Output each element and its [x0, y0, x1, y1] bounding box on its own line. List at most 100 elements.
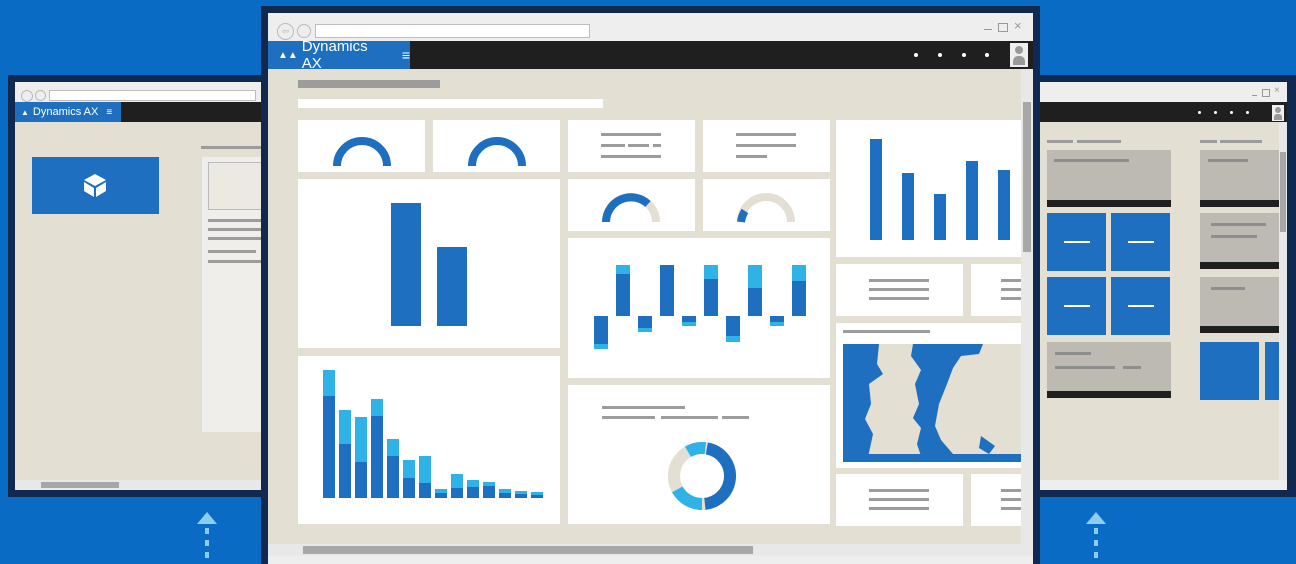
menu-dot-icon — [1246, 111, 1249, 114]
text-line — [1208, 159, 1248, 162]
text-line — [1123, 366, 1141, 369]
card[interactable] — [1047, 150, 1171, 200]
tile-button[interactable] — [1047, 277, 1106, 335]
center-brand[interactable]: ▲▲ Dynamics AX ≡ — [268, 38, 410, 72]
tile-button[interactable] — [1265, 342, 1279, 400]
text-line — [1211, 235, 1257, 238]
right-vscroll-thumb[interactable] — [1280, 152, 1286, 232]
text-line — [208, 260, 264, 263]
tile-button[interactable] — [1111, 213, 1170, 271]
text-line — [208, 250, 256, 253]
app-title: Dynamics AX — [32, 106, 99, 118]
card-footer — [1200, 262, 1279, 269]
menu-dot-icon — [1214, 111, 1217, 114]
tile-button[interactable] — [1047, 213, 1106, 271]
maximize-icon[interactable] — [998, 23, 1008, 32]
left-hscroll-thumb[interactable] — [41, 482, 119, 488]
map-tile[interactable] — [836, 323, 1021, 468]
waterfall-chart-tile[interactable] — [568, 238, 830, 378]
minimize-icon[interactable] — [1252, 95, 1257, 96]
app-title: Dynamics AX — [301, 38, 368, 72]
card[interactable] — [1200, 277, 1279, 326]
hamburger-icon[interactable]: ≡ — [402, 47, 410, 63]
left-content — [15, 122, 266, 480]
user-icon[interactable] — [1272, 105, 1284, 121]
card-footer — [1047, 391, 1171, 398]
back-icon[interactable] — [21, 90, 33, 102]
bar — [966, 161, 978, 240]
text-line — [1200, 140, 1217, 143]
subtitle-field — [298, 99, 603, 108]
maximize-icon[interactable] — [1262, 89, 1270, 97]
minimize-icon[interactable] — [984, 29, 992, 30]
center-hscroll[interactable] — [268, 544, 1033, 556]
text-line — [1211, 223, 1266, 226]
tile-button[interactable] — [1111, 277, 1170, 335]
list-tile[interactable] — [971, 474, 1021, 526]
menu-dot-icon — [1198, 111, 1201, 114]
right-window-chrome: × — [1038, 82, 1287, 490]
back-icon[interactable]: ⇦ — [277, 23, 294, 40]
text-line — [208, 219, 264, 222]
menu-dot-icon[interactable] — [962, 53, 966, 57]
close-icon[interactable]: × — [1014, 18, 1022, 33]
menu-dot-icon[interactable] — [914, 53, 918, 57]
center-vscroll[interactable] — [1021, 69, 1033, 544]
text-line — [201, 146, 264, 149]
bar-chart-tile[interactable] — [836, 120, 1021, 257]
cube-icon — [84, 174, 106, 197]
center-window: ⇦ × ▲▲ Dynamics AX ≡ — [261, 6, 1040, 564]
menu-dot-icon — [1230, 111, 1233, 114]
center-window-chrome: ⇦ × ▲▲ Dynamics AX ≡ — [268, 13, 1033, 564]
gauge-tile[interactable] — [703, 179, 830, 231]
right-window: × — [1038, 75, 1296, 497]
product-tile[interactable] — [32, 157, 159, 214]
text-line — [1220, 140, 1262, 143]
menu-dot-icon[interactable] — [938, 53, 942, 57]
stacked-bar-chart-tile[interactable] — [298, 356, 560, 524]
map — [843, 344, 1021, 462]
text-line — [1211, 287, 1245, 290]
right-content — [1038, 122, 1279, 480]
bar — [998, 170, 1010, 240]
dashed-line — [1094, 528, 1098, 564]
gauge-tile[interactable] — [298, 120, 425, 172]
right-vscroll[interactable] — [1279, 122, 1287, 480]
bar-chart-tile[interactable] — [298, 179, 560, 348]
text-line — [1055, 366, 1115, 369]
text-line — [1047, 140, 1073, 143]
detail-box — [208, 162, 266, 210]
bar — [902, 173, 914, 240]
gauge — [333, 137, 391, 167]
donut-chart-tile[interactable] — [568, 385, 830, 524]
gauge-tile[interactable] — [568, 179, 695, 231]
user-icon[interactable] — [1010, 43, 1028, 67]
gauge-tile[interactable] — [433, 120, 560, 172]
left-window: ▲ Dynamics AX ≡ — [8, 75, 266, 497]
list-tile[interactable] — [971, 264, 1021, 316]
dynamics-logo-icon: ▲ — [21, 107, 29, 117]
map-title — [843, 330, 930, 333]
center-hscroll-thumb[interactable] — [303, 546, 753, 554]
address-bar[interactable] — [315, 24, 590, 38]
left-brand[interactable]: ▲ Dynamics AX ≡ — [15, 102, 121, 122]
list-tile[interactable] — [836, 264, 963, 316]
forward-icon[interactable] — [297, 24, 311, 38]
list-tile[interactable] — [703, 120, 830, 172]
card[interactable] — [1200, 150, 1279, 200]
text-line — [1055, 352, 1091, 355]
center-vscroll-thumb[interactable] — [1023, 102, 1031, 252]
list-tile[interactable] — [568, 120, 695, 172]
list-tile[interactable] — [836, 474, 963, 526]
hamburger-icon[interactable]: ≡ — [106, 107, 112, 118]
address-bar[interactable] — [49, 90, 256, 101]
bar — [934, 194, 946, 240]
donut — [668, 442, 736, 511]
menu-dot-icon[interactable] — [985, 53, 989, 57]
card-footer — [1200, 200, 1279, 207]
close-icon[interactable]: × — [1274, 85, 1280, 96]
left-hscroll[interactable] — [15, 480, 264, 490]
card-footer — [1200, 326, 1279, 333]
forward-icon[interactable] — [35, 90, 46, 101]
tile-button[interactable] — [1200, 342, 1259, 400]
